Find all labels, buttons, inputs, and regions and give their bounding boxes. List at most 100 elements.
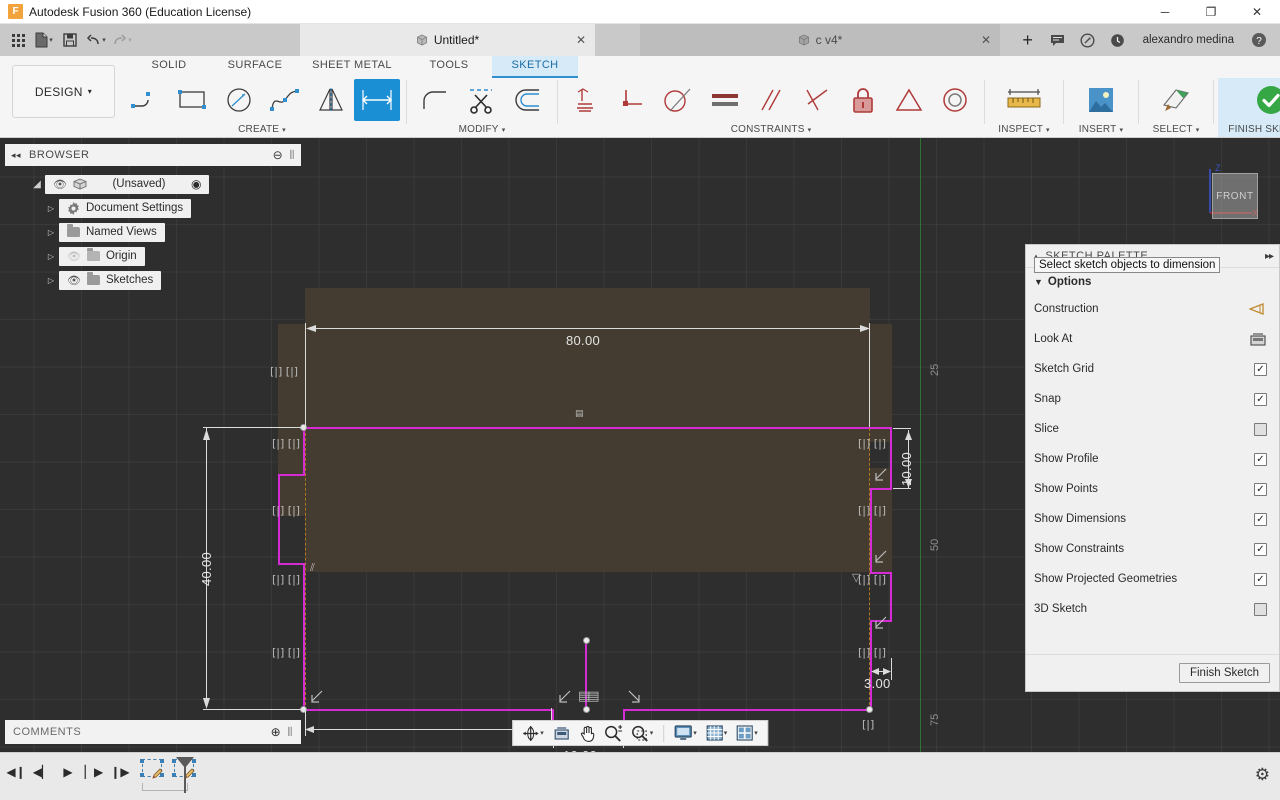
expand-arrow-icon[interactable]: ▷: [43, 228, 59, 237]
app-grid-icon[interactable]: [5, 26, 31, 54]
sketch-line-right-upper[interactable]: [890, 427, 892, 489]
concentric-constraint-tool[interactable]: [932, 79, 978, 121]
sketch-line-left-notch-top[interactable]: [278, 474, 305, 476]
panel-label-modify[interactable]: MODIFY ▾: [411, 122, 553, 137]
browser-item-unsaved[interactable]: ◢ 👁 (Unsaved) ◉: [5, 172, 301, 196]
visibility-icon[interactable]: 👁: [53, 178, 67, 191]
palette-option-show-profile[interactable]: Show Profile ✓: [1026, 444, 1279, 474]
expand-arrow-icon[interactable]: ▷: [43, 276, 59, 285]
perpendicular-glyph[interactable]: [308, 690, 324, 706]
constraint-glyph-right-3[interactable]: [|] [|]: [858, 574, 886, 585]
browser-resize-handle[interactable]: ⦀: [289, 148, 295, 163]
timeline-settings-icon[interactable]: ⚙: [1255, 765, 1270, 785]
constraint-glyph-right-2[interactable]: [|] [|]: [858, 505, 886, 516]
help-icon[interactable]: ?: [1244, 24, 1274, 56]
slice-checkbox[interactable]: [1254, 422, 1267, 436]
palette-option-3d-sketch[interactable]: 3D Sketch: [1026, 594, 1279, 624]
sketch-line-left-mid[interactable]: [278, 474, 280, 564]
maximize-button[interactable]: ❐: [1188, 0, 1234, 24]
insert-image-tool[interactable]: [1078, 79, 1124, 121]
equal-constraint-tool[interactable]: [702, 79, 748, 121]
sketch-line-left-notch-bottom[interactable]: [278, 563, 305, 565]
step-back-button[interactable]: ◀▏: [33, 763, 51, 781]
new-file-icon[interactable]: ▾: [31, 26, 57, 54]
dimension-width[interactable]: 80.00: [566, 333, 600, 348]
constraint-glyph-symmetry[interactable]: ▽: [852, 572, 860, 583]
viewports-icon[interactable]: ▾: [732, 721, 762, 745]
mirror-tool[interactable]: [308, 79, 354, 121]
snap-checkbox[interactable]: ✓: [1254, 392, 1267, 406]
constraint-glyph[interactable]: [|] [|]: [270, 366, 298, 377]
finish-sketch-button[interactable]: Finish Sketch: [1178, 663, 1270, 683]
panel-label-insert[interactable]: INSERT ▾: [1068, 122, 1134, 137]
constraint-glyph-right-1[interactable]: [|] [|]: [858, 438, 886, 449]
add-comment-icon[interactable]: ⊕: [271, 725, 282, 739]
show-projected-geometries-checkbox[interactable]: ✓: [1254, 572, 1267, 586]
palette-option-sketch-grid[interactable]: Sketch Grid ✓: [1026, 354, 1279, 384]
tangent-constraint-tool[interactable]: [656, 79, 702, 121]
show-profile-checkbox[interactable]: ✓: [1254, 452, 1267, 466]
constraint-glyph-top-mid[interactable]: ▤: [575, 410, 584, 419]
view-cube[interactable]: Z X FRONT: [1200, 163, 1260, 221]
step-forward-button[interactable]: ▏▶: [85, 763, 103, 781]
job-status-icon[interactable]: [1103, 24, 1133, 56]
collapse-icon[interactable]: ◂◂: [11, 150, 21, 161]
offset-tool[interactable]: [505, 79, 551, 121]
palette-option-show-projected-geometries[interactable]: Show Projected Geometries ✓: [1026, 564, 1279, 594]
comments-panel[interactable]: COMMENTS ⊕ ⦀: [5, 720, 301, 744]
constraint-glyph-left-1[interactable]: [|] [|]: [272, 505, 300, 516]
browser-item-sketches[interactable]: ▷ 👁 Sketches: [5, 268, 301, 292]
user-name[interactable]: alexandro medina: [1133, 34, 1244, 46]
perpendicular-glyph[interactable]: [872, 616, 888, 632]
zoom-window-icon[interactable]: ▾: [627, 721, 658, 745]
view-cube-face[interactable]: FRONT: [1212, 173, 1258, 219]
sketch-line-right-mid2[interactable]: [890, 572, 892, 621]
fix-constraint-tool[interactable]: [840, 79, 886, 121]
visibility-off-icon[interactable]: 👁: [67, 250, 81, 263]
palette-option-look-at[interactable]: Look At: [1026, 324, 1279, 354]
constraint-glyph-left-top[interactable]: [|] [|]: [272, 438, 300, 449]
palette-option-show-points[interactable]: Show Points ✓: [1026, 474, 1279, 504]
look-at-icon[interactable]: [549, 721, 574, 745]
panel-label-finish-sketch[interactable]: FINISH SKETCH ▾: [1218, 122, 1280, 137]
jump-to-beginning-button[interactable]: ◀❙: [6, 763, 25, 781]
undo-icon[interactable]: ▾: [83, 26, 109, 54]
expand-arrow-icon[interactable]: ▷: [43, 252, 59, 261]
timeline-marker-line[interactable]: [184, 757, 186, 793]
comment-icon[interactable]: [1043, 24, 1073, 56]
document-tab-untitled[interactable]: Untitled* ✕: [300, 24, 595, 56]
palette-option-show-dimensions[interactable]: Show Dimensions ✓: [1026, 504, 1279, 534]
sketch-line-bottom-left[interactable]: [303, 709, 553, 711]
pan-icon[interactable]: [575, 721, 599, 745]
play-button[interactable]: ▶: [60, 763, 76, 781]
tab-tools[interactable]: TOOLS: [406, 56, 492, 78]
collinear-constraint-tool[interactable]: [610, 79, 656, 121]
rectangle-tool[interactable]: [170, 79, 216, 121]
document-tab-cv4[interactable]: c v4* ✕: [640, 24, 1000, 56]
3d-sketch-checkbox[interactable]: [1254, 602, 1267, 616]
constraint-glyph-right-4[interactable]: [|] [|]: [858, 647, 886, 658]
browser-settings-icon[interactable]: ⊖: [273, 148, 284, 162]
comments-resize-handle[interactable]: ⦀: [287, 725, 293, 740]
constraint-glyph-left-2[interactable]: [|] [|]: [272, 574, 300, 585]
browser-item-named-views[interactable]: ▷ Named Views: [5, 220, 301, 244]
sketch-grid-checkbox[interactable]: ✓: [1254, 362, 1267, 376]
activate-component-icon[interactable]: ◉: [191, 177, 201, 191]
coincident-constraint-tool[interactable]: [564, 79, 610, 121]
tab-sketch[interactable]: SKETCH: [492, 56, 578, 78]
sketch-canvas[interactable]: 25 50 75 80.00 40.00 10.00 3.00 [|] [|] …: [0, 138, 1280, 752]
sketch-point-bottom-right[interactable]: [866, 706, 873, 713]
select-tool[interactable]: [1153, 79, 1199, 121]
minimize-button[interactable]: ─: [1142, 0, 1188, 24]
grid-snaps-icon[interactable]: ▾: [702, 721, 732, 745]
browser-item-origin[interactable]: ▷ 👁 Origin: [5, 244, 301, 268]
spline-tool[interactable]: [262, 79, 308, 121]
fillet-tool[interactable]: [413, 79, 459, 121]
orbit-icon[interactable]: ▾: [518, 721, 548, 745]
expand-arrow-icon[interactable]: ◢: [29, 179, 45, 190]
show-dimensions-checkbox[interactable]: ✓: [1254, 512, 1267, 526]
perpendicular-glyph[interactable]: [872, 550, 888, 566]
parallel-constraint-tool[interactable]: [748, 79, 794, 121]
constraint-glyph-mid-stack[interactable]: ▤▤: [578, 690, 600, 703]
close-button[interactable]: ✕: [1234, 0, 1280, 24]
